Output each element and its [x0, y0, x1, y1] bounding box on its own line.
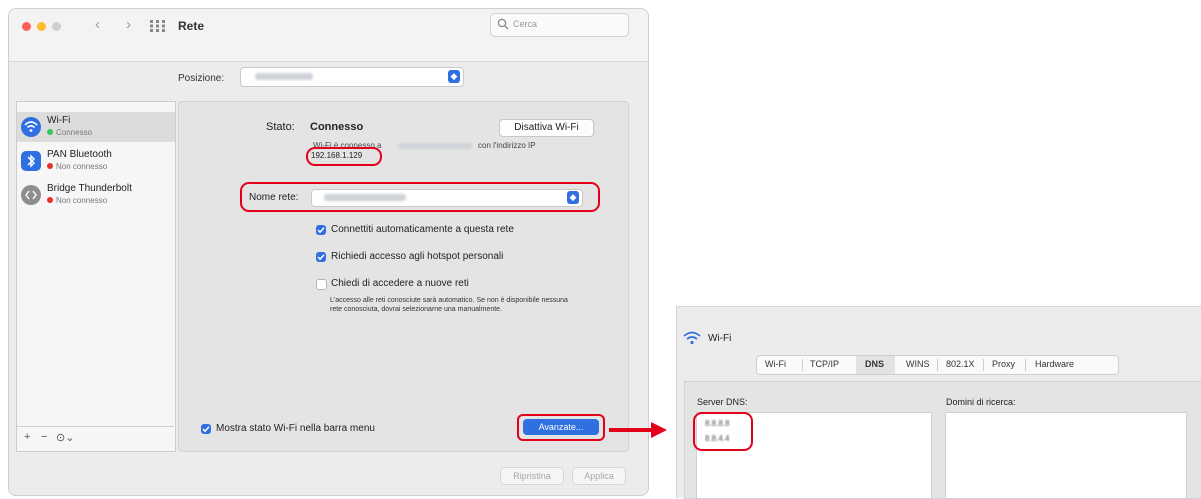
bluetooth-icon — [21, 151, 41, 171]
chevron-updown-icon: ◆ — [448, 70, 460, 83]
ask-networks-note: L'accesso alle reti conosciute sarà auto… — [330, 297, 568, 313]
service-name: Wi-Fi — [47, 115, 71, 126]
tab-wins[interactable]: WINS — [906, 359, 930, 369]
tab-separator — [1025, 359, 1026, 371]
back-icon[interactable]: ‹ — [95, 16, 100, 33]
service-status: Non connesso — [47, 162, 107, 171]
tab-separator — [983, 359, 984, 371]
service-name: Bridge Thunderbolt — [47, 183, 132, 194]
service-status: Non connesso — [47, 196, 107, 205]
connected-description-suffix: con l'indirizzo IP — [478, 141, 536, 150]
apply-button[interactable]: Applica — [572, 467, 626, 485]
service-name: PAN Bluetooth — [47, 149, 112, 160]
auto-join-label: Connettiti automaticamente a questa rete — [331, 224, 514, 235]
service-list-toolbar: + − ⊙⌄ — [16, 426, 174, 451]
tab-tcpip[interactable]: TCP/IP — [810, 359, 839, 369]
network-name-redacted — [398, 143, 472, 149]
checkmark-icon — [317, 254, 325, 261]
status-value: Connesso — [310, 121, 364, 133]
tab-wifi[interactable]: Wi-Fi — [765, 359, 786, 369]
tab-hardware[interactable]: Hardware — [1035, 359, 1074, 369]
tab-separator — [802, 359, 803, 371]
advanced-tab-bar: Wi-Fi TCP/IP DNS WINS 802.1X Proxy Hardw… — [756, 355, 1119, 375]
service-status: Connesso — [47, 128, 92, 137]
tab-dns[interactable]: DNS — [865, 359, 884, 369]
wifi-icon — [21, 117, 41, 137]
status-dot — [47, 163, 53, 169]
zoom-window-button[interactable] — [52, 22, 61, 31]
ask-new-networks-label: Chiedi di accedere a nuove reti — [331, 278, 469, 289]
service-item-wifi[interactable]: Wi-Fi Connesso — [17, 112, 175, 142]
thunderbolt-bridge-icon — [21, 185, 41, 205]
status-label: Stato: — [266, 121, 295, 133]
ask-new-networks-checkbox[interactable] — [316, 279, 327, 290]
dns-servers-highlight-box — [693, 412, 753, 451]
status-dot — [47, 129, 53, 135]
turn-off-wifi-button[interactable]: Disattiva Wi-Fi — [499, 119, 594, 137]
search-placeholder: Cerca — [513, 19, 538, 29]
checkmark-icon — [317, 227, 325, 234]
service-actions-menu[interactable]: ⊙⌄ — [56, 431, 74, 444]
hotspot-label: Richiedi accesso agli hotspot personali — [331, 251, 504, 262]
service-item-bluetooth[interactable]: PAN Bluetooth Non connesso — [17, 146, 175, 176]
search-domains-label: Domini di ricerca: — [946, 397, 1016, 407]
auto-join-checkbox[interactable] — [316, 225, 326, 235]
location-select[interactable]: ◆ — [240, 67, 464, 87]
hotspot-checkbox[interactable] — [316, 252, 326, 262]
window-title: Rete — [178, 19, 205, 33]
wifi-icon — [683, 331, 701, 345]
close-window-button[interactable] — [22, 22, 31, 31]
tab-8021x[interactable]: 802.1X — [946, 359, 975, 369]
location-value-redacted — [255, 73, 313, 80]
service-list: Wi-Fi Connesso PAN Bluetooth Non conness… — [16, 101, 176, 452]
revert-button[interactable]: Ripristina — [500, 467, 564, 485]
show-status-menubar-checkbox[interactable] — [201, 424, 211, 434]
service-item-thunderbolt-bridge[interactable]: Bridge Thunderbolt Non connesso — [17, 180, 175, 210]
remove-service-button[interactable]: − — [41, 431, 47, 443]
forward-icon[interactable]: › — [126, 16, 131, 33]
arrow-right-icon — [609, 422, 667, 438]
tab-separator — [937, 359, 938, 371]
detail-panel — [178, 101, 629, 452]
search-field[interactable]: Cerca — [490, 13, 629, 37]
show-all-grid-icon[interactable] — [150, 20, 165, 32]
dns-servers-label: Server DNS: — [697, 397, 748, 407]
tab-proxy[interactable]: Proxy — [992, 359, 1015, 369]
checkmark-icon — [202, 426, 210, 433]
ip-highlight-box — [306, 147, 382, 166]
search-domains-list[interactable] — [945, 412, 1187, 499]
location-label: Posizione: — [178, 73, 225, 84]
advanced-highlight-box — [517, 414, 605, 441]
search-icon — [497, 18, 509, 30]
add-service-button[interactable]: + — [24, 431, 30, 443]
advanced-window-title: Wi-Fi — [708, 333, 732, 344]
minimize-window-button[interactable] — [37, 22, 46, 31]
show-status-menubar-label: Mostra stato Wi-Fi nella barra menu — [216, 423, 375, 434]
status-dot — [47, 197, 53, 203]
network-name-highlight-box — [240, 182, 600, 212]
